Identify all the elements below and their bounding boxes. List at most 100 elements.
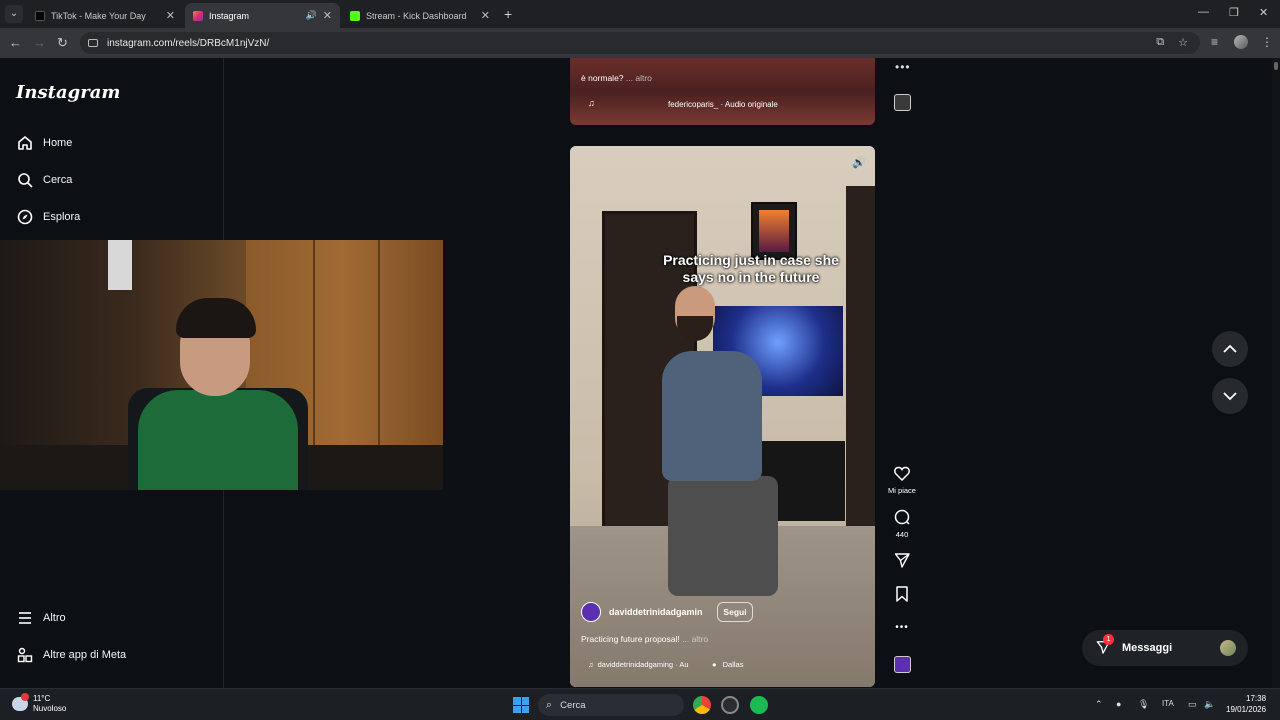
sidebar-item-search[interactable]: Cerca: [16, 171, 72, 189]
clock[interactable]: 17:38 19/01/2026: [1226, 693, 1266, 715]
taskbar-search[interactable]: ⌕ Cerca: [538, 694, 684, 716]
send-icon: 1: [1096, 633, 1114, 657]
tab-instagram[interactable]: Instagram 🔊 ✕: [185, 3, 340, 28]
more-icon: •••: [895, 622, 909, 633]
reload-icon[interactable]: ↻: [57, 35, 68, 51]
previous-reel-audio[interactable]: federicoparis_ · Audio originale: [668, 100, 778, 109]
messages-badge: 1: [1103, 633, 1114, 645]
volume-icon[interactable]: 🔈: [1204, 699, 1215, 710]
wifi-icon[interactable]: ▭: [1188, 699, 1197, 710]
forward-icon[interactable]: →: [33, 35, 46, 50]
search-icon: [16, 171, 34, 189]
chrome-icon[interactable]: [693, 696, 711, 714]
minimize-button[interactable]: —: [1198, 6, 1209, 18]
kick-icon: [350, 10, 360, 21]
webcam-door-edge: [378, 240, 380, 445]
back-icon[interactable]: ←: [9, 35, 22, 50]
bookmark-star-icon[interactable]: ☆: [1178, 36, 1188, 49]
cloud-icon: [12, 693, 29, 711]
comment-icon: [884, 509, 920, 528]
follow-button[interactable]: Segui: [717, 602, 753, 622]
previous-reel-button[interactable]: [1212, 331, 1248, 367]
address-toolbar: ← → ↻ instagram.com/reels/DRBcM1njVzN/ ⧉…: [0, 28, 1280, 58]
weather-widget[interactable]: 11°C Nuvoloso: [12, 693, 66, 714]
scrollbar-thumb[interactable]: [1274, 62, 1278, 70]
close-window-button[interactable]: ✕: [1259, 6, 1268, 19]
search-icon: ⌕: [546, 698, 553, 711]
tab-kick[interactable]: Stream - Kick Dashboard ✕: [342, 3, 498, 28]
instagram-logo[interactable]: Instagram: [16, 82, 120, 103]
more-options-icon[interactable]: •••: [895, 60, 911, 74]
chevron-up-icon: [1223, 341, 1237, 357]
speaker-icon[interactable]: 🔊: [306, 10, 317, 21]
reel-more-link[interactable]: ... altro: [682, 634, 708, 644]
more-options-button[interactable]: •••: [884, 622, 920, 633]
webcam-door-edge: [313, 240, 315, 445]
home-icon: [16, 134, 34, 152]
tab-tiktok[interactable]: TikTok - Make Your Day ✕: [27, 3, 183, 28]
reel-audio[interactable]: ♫ daviddetrinidadgaming · Au: [588, 660, 689, 669]
next-reel-button[interactable]: [1212, 378, 1248, 414]
sidebar-item-explore[interactable]: Esplora: [16, 208, 80, 226]
webcam-poster: [108, 240, 132, 290]
profile-avatar[interactable]: [1234, 35, 1248, 49]
sidebar-item-home[interactable]: Home: [16, 134, 72, 152]
page-scrollbar[interactable]: [1272, 58, 1280, 688]
compass-icon: [16, 208, 34, 226]
avatar[interactable]: [581, 602, 601, 622]
heart-icon: [884, 466, 920, 484]
previous-reel[interactable]: è normale? ... altro ♫ federicoparis_ · …: [570, 58, 875, 125]
bookmark-icon: [884, 586, 920, 605]
tab-search-button[interactable]: ⌄: [5, 5, 23, 23]
avatar: [1220, 640, 1236, 656]
music-note-icon: ♫: [588, 98, 595, 108]
current-reel[interactable]: Practicing just in case she says no in t…: [570, 146, 875, 687]
like-button[interactable]: Mi piace: [884, 466, 920, 495]
comment-button[interactable]: 440: [884, 509, 920, 539]
music-note-icon: ♫: [588, 660, 594, 669]
webcam-person-hair: [176, 298, 256, 338]
kebab-menu-icon[interactable]: ⋮: [1261, 35, 1273, 49]
browser-tab-strip: ⌄ TikTok - Make Your Day ✕ Instagram 🔊 ✕…: [0, 0, 1280, 28]
previous-audio-thumbnail[interactable]: [894, 94, 911, 111]
reel-shelf-right: [846, 186, 875, 526]
obs-icon[interactable]: [721, 696, 739, 714]
language-indicator[interactable]: ITA: [1162, 699, 1174, 708]
chevron-down-icon: [1223, 388, 1237, 404]
sidebar-item-more[interactable]: Altro: [16, 609, 66, 627]
chevron-up-icon[interactable]: ⌃: [1095, 699, 1103, 710]
close-icon[interactable]: ✕: [323, 9, 332, 22]
previous-reel-caption: è normale? ... altro: [581, 73, 652, 83]
previous-reel-more-link[interactable]: ... altro: [626, 73, 652, 83]
instagram-page: Instagram Home Cerca Esplora Altro Altre…: [0, 58, 1280, 688]
reel-description: Practicing future proposal! ... altro: [581, 634, 709, 644]
url-bar[interactable]: instagram.com/reels/DRBcM1njVzN/ ⧉ ☆: [80, 32, 1200, 54]
restore-button[interactable]: ❐: [1229, 6, 1239, 19]
reel-person-legs: [668, 476, 778, 596]
sidebar-item-meta-apps[interactable]: Altre app di Meta: [16, 646, 126, 664]
new-tab-button[interactable]: +: [504, 6, 512, 22]
spotify-icon[interactable]: [750, 696, 768, 714]
tiktok-icon: [35, 10, 45, 21]
volume-icon[interactable]: 🔊: [852, 156, 866, 169]
audio-thumbnail[interactable]: [894, 656, 911, 673]
install-app-icon[interactable]: ⧉: [1156, 36, 1164, 49]
network-app-icon[interactable]: ●: [1116, 699, 1121, 709]
taskbar: 11°C Nuvoloso ⌕ Cerca ⌃ ● 🎙 ITA ▭ 🔈 17:3…: [0, 688, 1280, 720]
reel-author[interactable]: daviddetrinidadgamin: [581, 602, 703, 622]
start-button[interactable]: [513, 697, 529, 713]
instagram-icon: [193, 10, 203, 21]
microphone-icon[interactable]: 🎙: [1138, 699, 1149, 710]
reading-list-icon[interactable]: ≡: [1211, 35, 1218, 49]
messages-button[interactable]: 1 Messaggi: [1082, 630, 1248, 666]
close-icon[interactable]: ✕: [166, 9, 175, 22]
save-button[interactable]: [884, 586, 920, 605]
share-button[interactable]: [884, 552, 920, 571]
location-pin-icon: ●: [712, 660, 717, 669]
send-icon: [884, 552, 920, 571]
reel-overlay-text: Practicing just in case she says no in t…: [663, 252, 839, 285]
close-icon[interactable]: ✕: [481, 9, 490, 22]
menu-icon: [16, 609, 34, 627]
site-info-icon[interactable]: [88, 39, 98, 47]
reel-location[interactable]: ● Dallas: [712, 660, 743, 669]
